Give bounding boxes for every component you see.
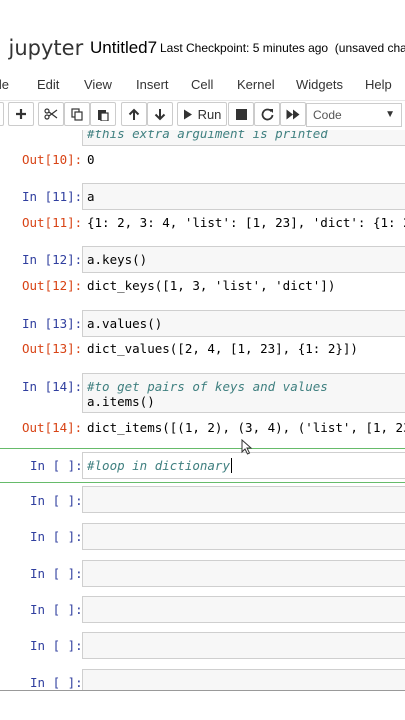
- menu-cell[interactable]: Cell: [191, 77, 213, 92]
- menu-insert[interactable]: Insert: [136, 77, 169, 92]
- cell-output: dict_values([2, 4, [1, 23], {1: 2}]): [87, 341, 358, 356]
- insert-cell-button[interactable]: [8, 102, 34, 126]
- jupyter-logo[interactable]: i jupyter: [0, 36, 83, 60]
- notebook-title[interactable]: Untitled7: [90, 38, 157, 58]
- code-comment: #loop in dictionary: [87, 458, 405, 473]
- input-prompt: In [ ]:: [30, 529, 83, 544]
- menu-bar: ile Edit View Insert Cell Kernel Widgets…: [0, 70, 405, 101]
- empty-code-cell[interactable]: [82, 596, 405, 623]
- scissors-icon: [44, 108, 58, 120]
- cell-output: {1: 2, 3: 4, 'list': [1, 23], 'dict': {1…: [87, 215, 405, 230]
- arrow-down-icon: [154, 108, 166, 120]
- paste-icon: [98, 109, 109, 121]
- code-comment: #this extra arguiment is printed: [87, 130, 328, 141]
- menu-file[interactable]: ile: [0, 77, 9, 92]
- code-line: a.keys(): [87, 252, 148, 267]
- menu-kernel[interactable]: Kernel: [237, 77, 275, 92]
- menu-help[interactable]: Help: [365, 77, 392, 92]
- cell-output: dict_keys([1, 3, 'list', 'dict']): [87, 278, 336, 293]
- code-comment-text: #loop in dictionary: [87, 458, 230, 473]
- interrupt-button[interactable]: [228, 102, 254, 126]
- jupyter-logo-mark: i: [0, 36, 2, 60]
- paste-button[interactable]: [90, 102, 116, 126]
- cell-type-select[interactable]: Code ▼: [306, 103, 402, 127]
- notebook-cells[interactable]: #this extra arguiment is printed Out[10]…: [0, 130, 405, 690]
- save-button[interactable]: [0, 102, 4, 126]
- input-prompt: In [ ]:: [30, 638, 83, 653]
- output-prompt: Out[10]:: [22, 152, 83, 167]
- menu-view[interactable]: View: [84, 77, 112, 92]
- output-prompt: Out[14]:: [22, 420, 83, 435]
- input-prompt: In [13]:: [22, 316, 83, 331]
- output-prompt: Out[12]:: [22, 278, 83, 293]
- input-prompt: In [14]:: [22, 379, 83, 394]
- restart-run-all-button[interactable]: [280, 102, 306, 126]
- cell-type-value: Code: [313, 108, 342, 122]
- code-cell-input[interactable]: #to get pairs of keys and values a.items…: [82, 373, 405, 413]
- input-prompt: In [ ]:: [30, 675, 83, 690]
- code-cell-input[interactable]: a.values(): [82, 310, 405, 337]
- restart-button[interactable]: [254, 102, 280, 126]
- move-up-button[interactable]: [121, 102, 147, 126]
- checkpoint-status: Last Checkpoint: 5 minutes ago (unsaved …: [160, 41, 405, 55]
- copy-icon: [71, 107, 83, 121]
- code-line: a.values(): [87, 316, 163, 331]
- bottom-divider: [0, 690, 405, 691]
- code-line: a.items(): [87, 394, 155, 409]
- empty-code-cell[interactable]: [82, 632, 405, 659]
- input-prompt: In [ ]:: [30, 458, 83, 473]
- input-prompt: In [ ]:: [30, 493, 83, 508]
- output-prompt: Out[11]:: [22, 215, 83, 230]
- mouse-pointer-icon: [241, 439, 253, 455]
- code-cell-input-active[interactable]: #loop in dictionary: [82, 452, 405, 479]
- code-cell-input[interactable]: a: [82, 183, 405, 210]
- unsaved-status: (unsaved cham: [334, 41, 405, 55]
- notebook-header: i jupyter Untitled7 Last Checkpoint: 5 m…: [0, 28, 405, 68]
- menu-edit[interactable]: Edit: [37, 77, 59, 92]
- code-comment: #to get pairs of keys and values: [87, 379, 328, 394]
- input-prompt: In [ ]:: [30, 566, 83, 581]
- code-cell-input[interactable]: #this extra arguiment is printed: [82, 130, 405, 146]
- logo-text: jupyter: [8, 36, 84, 60]
- menu-widgets[interactable]: Widgets: [296, 77, 343, 92]
- input-prompt: In [ ]:: [30, 602, 83, 617]
- play-icon: [183, 109, 192, 119]
- code-line: a: [87, 189, 95, 204]
- move-down-button[interactable]: [147, 102, 173, 126]
- cell-output: dict_items([(1, 2), (3, 4), ('list', [1,…: [87, 420, 405, 435]
- stop-icon: [235, 108, 247, 120]
- empty-code-cell[interactable]: [82, 669, 405, 690]
- output-prompt: Out[13]:: [22, 341, 83, 356]
- chevron-down-icon: ▼: [385, 109, 395, 120]
- empty-code-cell[interactable]: [82, 523, 405, 550]
- empty-code-cell[interactable]: [82, 560, 405, 587]
- input-prompt: In [11]:: [22, 189, 83, 204]
- input-prompt: In [12]:: [22, 252, 83, 267]
- cut-button[interactable]: [38, 102, 64, 126]
- run-button[interactable]: Run: [177, 102, 227, 126]
- arrow-up-icon: [128, 108, 140, 120]
- code-cell-input[interactable]: a.keys(): [82, 246, 405, 273]
- empty-code-cell[interactable]: [82, 486, 405, 513]
- run-label: Run: [197, 106, 222, 122]
- cell-output: 0: [87, 152, 95, 167]
- plus-icon: [16, 109, 26, 119]
- copy-button[interactable]: [64, 102, 90, 126]
- checkpoint-text: Last Checkpoint: 5 minutes ago: [160, 41, 329, 55]
- active-cell[interactable]: In [ ]: #loop in dictionary: [0, 448, 405, 483]
- restart-icon: [261, 108, 273, 120]
- fast-forward-icon: [286, 109, 300, 119]
- text-cursor: [231, 458, 232, 473]
